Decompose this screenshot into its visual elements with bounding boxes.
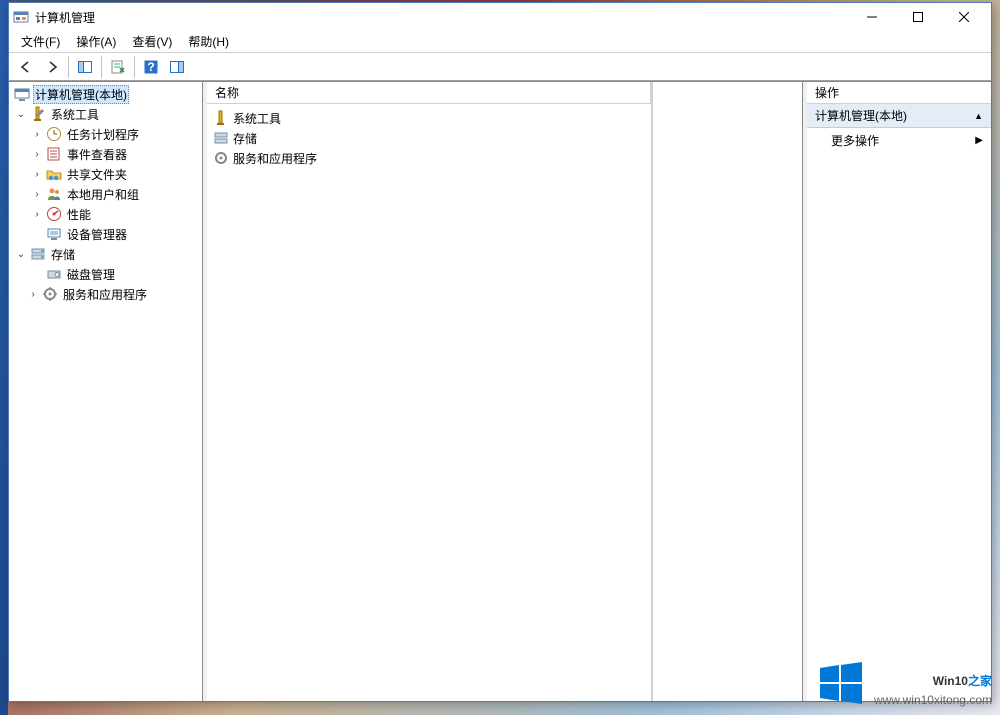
- tree-event-viewer[interactable]: › 事件查看器: [9, 144, 202, 164]
- actions-more[interactable]: 更多操作 ▶: [807, 128, 991, 153]
- tree-disk-management[interactable]: 磁盘管理: [9, 264, 202, 284]
- tools-icon: [213, 110, 229, 126]
- actions-pane: 操作 计算机管理(本地) ▲ 更多操作 ▶: [807, 82, 991, 701]
- help-button[interactable]: ?: [139, 55, 163, 79]
- tree-system-tools[interactable]: ⌄ 系统工具: [9, 104, 202, 124]
- tree-label: 任务计划程序: [65, 126, 141, 143]
- tree-label: 计算机管理(本地): [33, 85, 129, 104]
- performance-icon: [46, 206, 62, 222]
- toolbar-separator: [134, 56, 135, 78]
- disk-icon: [46, 266, 62, 282]
- maximize-button[interactable]: [895, 3, 941, 31]
- list-item[interactable]: 系统工具: [211, 108, 647, 128]
- actions-header: 操作: [807, 82, 991, 104]
- collapse-icon[interactable]: ⌄: [15, 109, 27, 120]
- tree-label: 事件查看器: [65, 146, 129, 163]
- window-title: 计算机管理: [35, 9, 95, 26]
- toolbar: ?: [9, 53, 991, 81]
- menu-view[interactable]: 查看(V): [124, 31, 180, 52]
- expand-icon[interactable]: ›: [31, 149, 43, 160]
- tree-label: 系统工具: [49, 106, 101, 123]
- show-hide-action-pane-button[interactable]: [165, 55, 189, 79]
- shared-folder-icon: [46, 166, 62, 182]
- computer-icon: [14, 86, 30, 102]
- expand-icon[interactable]: ›: [27, 289, 39, 300]
- titlebar[interactable]: 计算机管理: [9, 3, 991, 31]
- menu-help[interactable]: 帮助(H): [180, 31, 237, 52]
- list-header: 名称: [207, 82, 651, 104]
- list-body[interactable]: 系统工具 存储 服务和应用程序: [207, 104, 651, 701]
- menubar: 文件(F) 操作(A) 查看(V) 帮助(H): [9, 31, 991, 53]
- tree-label: 性能: [65, 206, 93, 223]
- show-hide-tree-button[interactable]: [73, 55, 97, 79]
- storage-icon: [30, 246, 46, 262]
- services-icon: [42, 286, 58, 302]
- storage-icon: [213, 130, 229, 146]
- expand-icon[interactable]: ›: [31, 129, 43, 140]
- computer-management-window: 计算机管理 文件(F) 操作(A) 查看(V) 帮助(H) ?: [8, 2, 992, 702]
- device-manager-icon: [46, 226, 62, 242]
- collapse-icon: ▲: [974, 111, 983, 121]
- list-empty-column: [652, 82, 802, 701]
- expand-icon[interactable]: ›: [31, 189, 43, 200]
- users-icon: [46, 186, 62, 202]
- minimize-button[interactable]: [849, 3, 895, 31]
- tree-label: 设备管理器: [65, 226, 129, 243]
- tree-pane[interactable]: 计算机管理(本地) ⌄ 系统工具 › 任务计划程序 › 事件查看器 › 共享文件: [9, 82, 203, 701]
- tree-shared-folders[interactable]: › 共享文件夹: [9, 164, 202, 184]
- list-item[interactable]: 服务和应用程序: [211, 148, 647, 168]
- tree-storage[interactable]: ⌄ 存储: [9, 244, 202, 264]
- menu-action[interactable]: 操作(A): [68, 31, 124, 52]
- list-pane: 名称 系统工具 存储 服务和应用程序: [207, 82, 803, 701]
- tree-services-apps[interactable]: › 服务和应用程序: [9, 284, 202, 304]
- list-item-label: 服务和应用程序: [233, 150, 317, 167]
- menu-file[interactable]: 文件(F): [13, 31, 68, 52]
- forward-button[interactable]: [40, 55, 64, 79]
- collapse-icon[interactable]: ⌄: [15, 249, 27, 260]
- tree-label: 本地用户和组: [65, 186, 141, 203]
- app-icon: [13, 9, 29, 25]
- tree-local-users[interactable]: › 本地用户和组: [9, 184, 202, 204]
- tree-root[interactable]: 计算机管理(本地): [9, 84, 202, 104]
- list-item-label: 系统工具: [233, 110, 281, 127]
- actions-group-header[interactable]: 计算机管理(本地) ▲: [807, 104, 991, 128]
- close-button[interactable]: [941, 3, 987, 31]
- toolbar-separator: [101, 56, 102, 78]
- tree-label: 服务和应用程序: [61, 286, 149, 303]
- tree-performance[interactable]: › 性能: [9, 204, 202, 224]
- services-icon: [213, 150, 229, 166]
- event-log-icon: [46, 146, 62, 162]
- svg-text:?: ?: [147, 60, 154, 74]
- tools-icon: [30, 106, 46, 122]
- expand-icon[interactable]: ›: [31, 169, 43, 180]
- list-item-label: 存储: [233, 130, 257, 147]
- actions-more-label: 更多操作: [831, 132, 879, 149]
- expand-icon[interactable]: ›: [31, 209, 43, 220]
- tree-device-manager[interactable]: 设备管理器: [9, 224, 202, 244]
- list-item[interactable]: 存储: [211, 128, 647, 148]
- tree-task-scheduler[interactable]: › 任务计划程序: [9, 124, 202, 144]
- clock-icon: [46, 126, 62, 142]
- tree-label: 存储: [49, 246, 77, 263]
- chevron-right-icon: ▶: [975, 135, 983, 146]
- actions-group-title: 计算机管理(本地): [815, 107, 907, 124]
- column-header-name[interactable]: 名称: [207, 82, 651, 103]
- tree-label: 磁盘管理: [65, 266, 117, 283]
- properties-button[interactable]: [106, 55, 130, 79]
- toolbar-separator: [68, 56, 69, 78]
- content-area: 计算机管理(本地) ⌄ 系统工具 › 任务计划程序 › 事件查看器 › 共享文件: [9, 81, 991, 701]
- tree-label: 共享文件夹: [65, 166, 129, 183]
- desktop-left-strip: [0, 0, 8, 715]
- back-button[interactable]: [14, 55, 38, 79]
